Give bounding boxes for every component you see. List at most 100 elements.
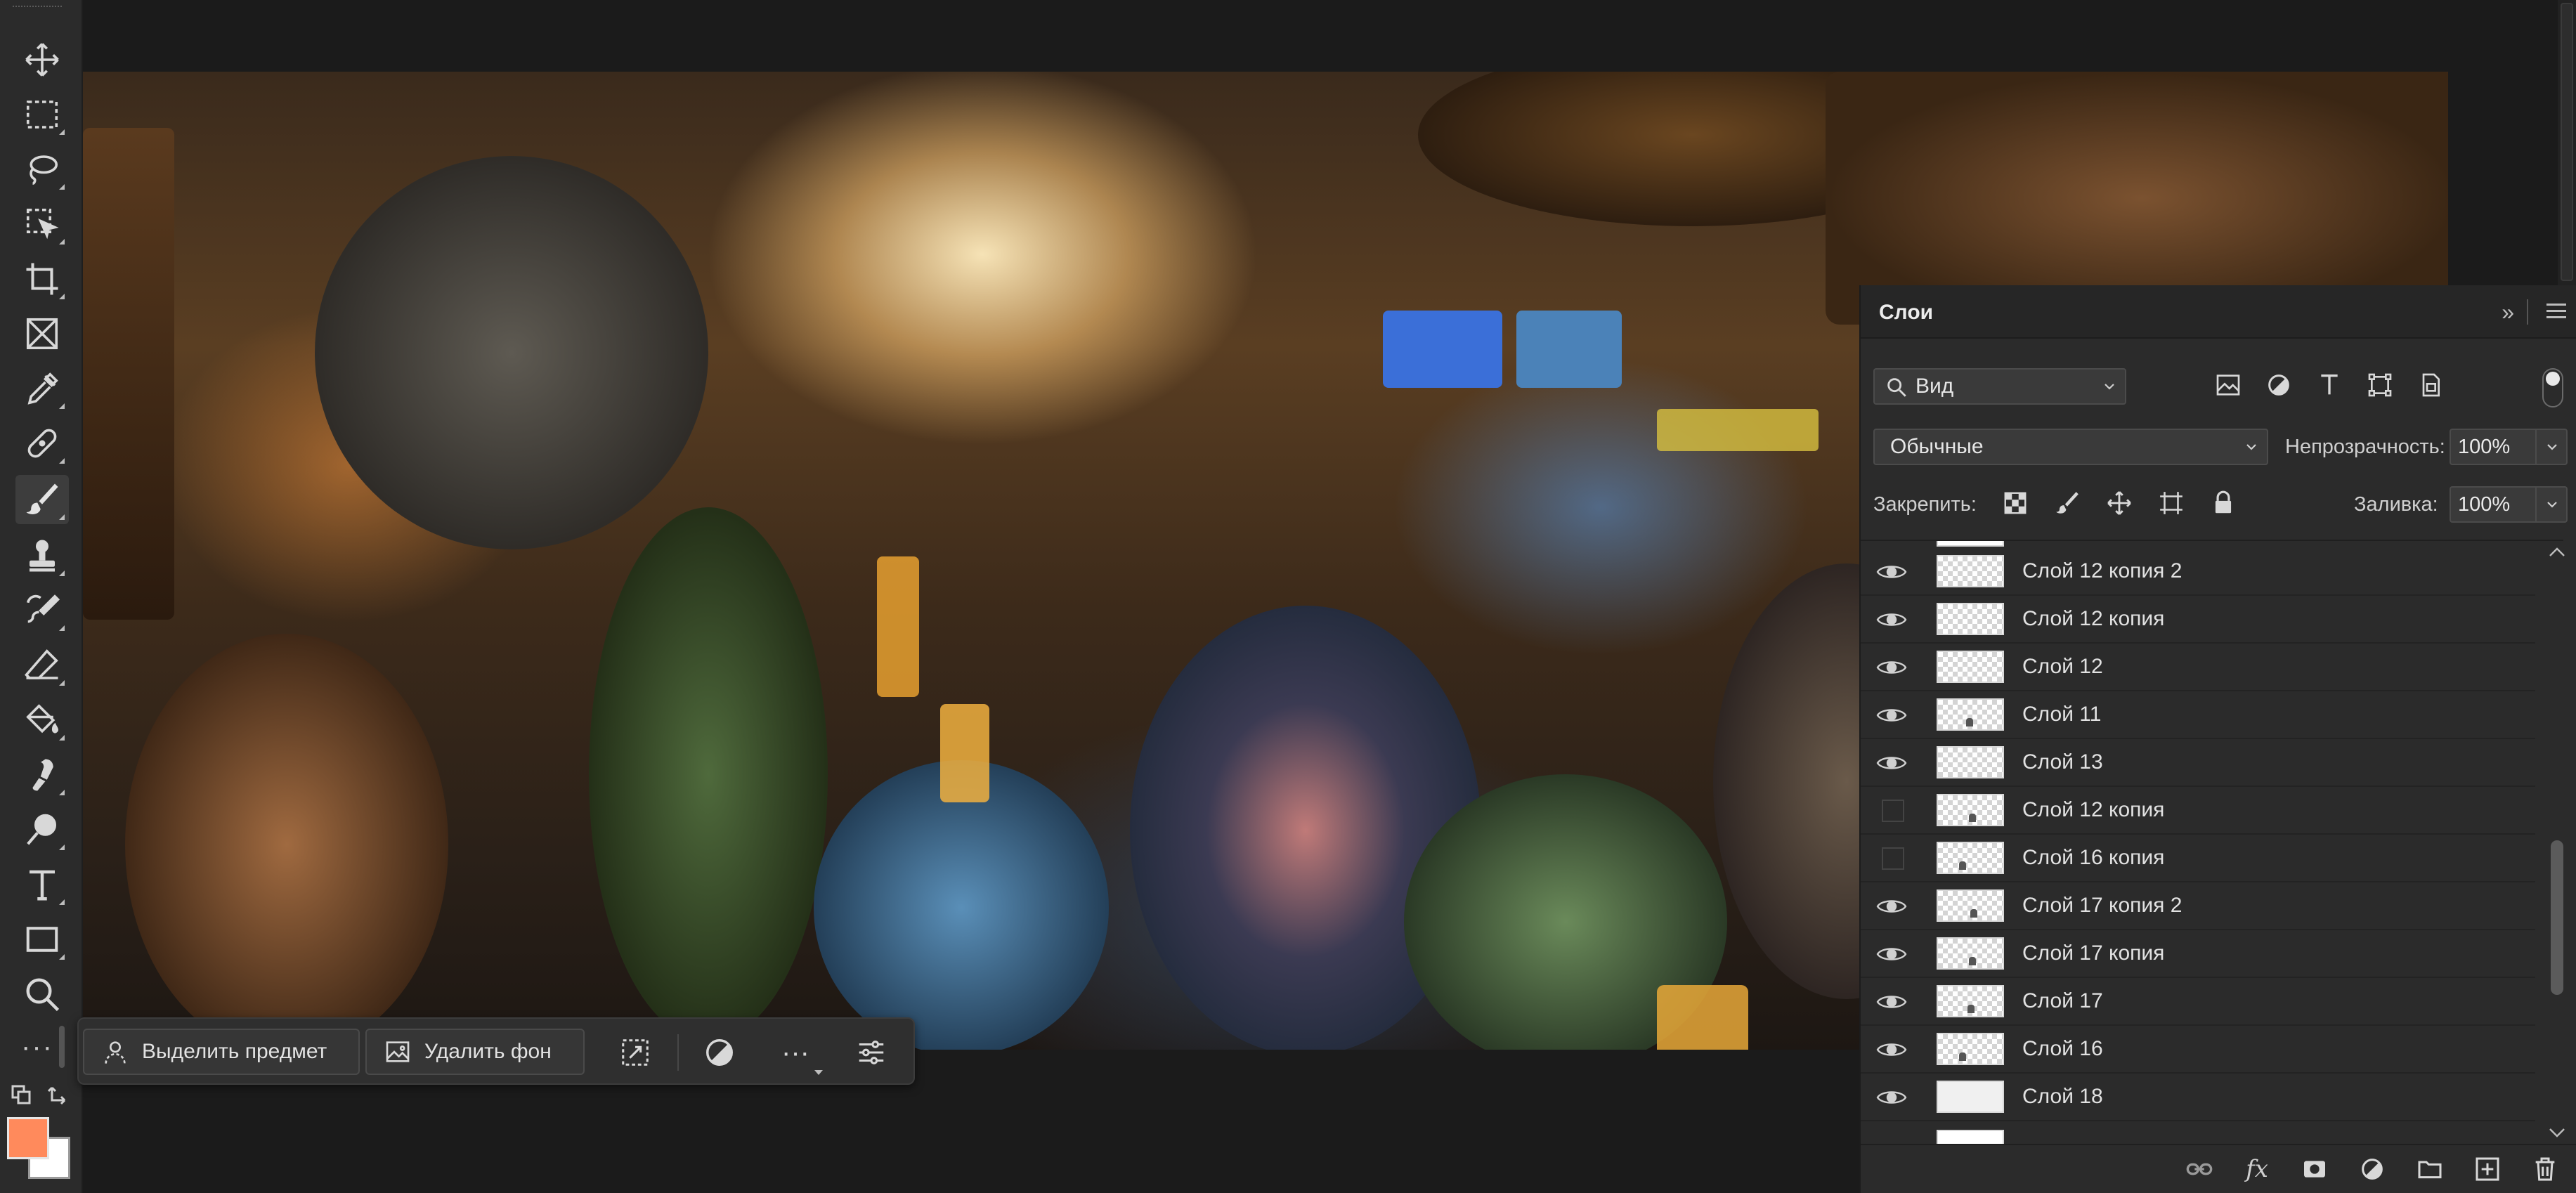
- more-options-button[interactable]: ···: [776, 1033, 815, 1072]
- remove-background-button[interactable]: Удалить фон: [365, 1029, 585, 1075]
- type-tool[interactable]: [15, 860, 69, 909]
- taskbar-settings-button[interactable]: [852, 1033, 891, 1072]
- lock-all-button[interactable]: [2208, 488, 2239, 519]
- collapse-panel-icon[interactable]: »: [2502, 299, 2514, 325]
- visibility-eye-icon[interactable]: [1876, 1086, 1907, 1109]
- opacity-value: 100%: [2458, 436, 2511, 458]
- foreground-color-swatch[interactable]: [7, 1117, 49, 1159]
- layer-filter-select[interactable]: Вид: [1873, 368, 2126, 405]
- layer-name: Слой 17: [2022, 989, 2103, 1012]
- crop-tool[interactable]: [15, 254, 69, 304]
- filter-adjustment-button[interactable]: [2263, 364, 2295, 406]
- brush-tool[interactable]: [15, 475, 69, 524]
- object-select-tool[interactable]: [15, 200, 69, 249]
- new-layer-button[interactable]: [2472, 1154, 2503, 1185]
- delete-layer-button[interactable]: [2530, 1154, 2561, 1185]
- layer-name: Слой 12: [2022, 655, 2103, 678]
- link-layers-button[interactable]: [2184, 1154, 2215, 1185]
- adjustment-layer-icon: [2362, 1159, 2383, 1180]
- layer-filter-icons: [2212, 364, 2447, 406]
- dodge-tool[interactable]: [15, 805, 69, 854]
- scene-shape: [940, 704, 989, 802]
- taskbar-divider: [677, 1034, 679, 1071]
- adjustment-button[interactable]: [700, 1033, 739, 1072]
- visibility-off-toggle[interactable]: [1882, 800, 1904, 822]
- scroll-up-icon[interactable]: [2548, 547, 2566, 558]
- layers-scrollbar[interactable]: [2535, 540, 2576, 1144]
- toolbar-grip[interactable]: [13, 6, 62, 10]
- layer-name: Слой 12 копия: [2022, 798, 2165, 821]
- lock-artboard-button[interactable]: [2156, 488, 2187, 519]
- filter-shape-button[interactable]: [2364, 364, 2396, 406]
- zoom-icon: [26, 978, 60, 1012]
- select-subject-button[interactable]: Выделить предмет: [83, 1029, 360, 1075]
- lock-image-button[interactable]: [2052, 488, 2083, 519]
- frame-icon: [26, 318, 58, 350]
- visibility-eye-icon[interactable]: [1876, 991, 1907, 1013]
- smudge-tool[interactable]: [15, 750, 69, 800]
- scene-shape: [1383, 311, 1502, 388]
- visibility-eye-icon[interactable]: [1876, 656, 1907, 679]
- visibility-eye-icon[interactable]: [1876, 752, 1907, 774]
- layer-row[interactable]: Слой 18: [1861, 1074, 2535, 1121]
- visibility-eye-icon[interactable]: [1876, 943, 1907, 965]
- healing-brush-tool[interactable]: [15, 419, 69, 468]
- visibility-eye-icon[interactable]: [1876, 608, 1907, 631]
- canvas-vertical-scrollbar[interactable]: [2558, 0, 2576, 285]
- blend-mode-select[interactable]: Обычные: [1873, 429, 2268, 465]
- eraser-tool[interactable]: [15, 641, 69, 690]
- zoom-tool[interactable]: [15, 970, 69, 1019]
- new-group-button[interactable]: [2414, 1154, 2445, 1185]
- lock-transparent-button[interactable]: [2000, 488, 2031, 519]
- visibility-off-toggle[interactable]: [1882, 847, 1904, 870]
- layer-row[interactable]: Слой 16 копия: [1861, 835, 2535, 882]
- eyedropper-tool[interactable]: [15, 364, 69, 413]
- lasso-tool[interactable]: [15, 145, 69, 194]
- visibility-eye-icon[interactable]: [1876, 895, 1907, 918]
- paint-bucket-tool[interactable]: [15, 696, 69, 745]
- swap-colors-icon[interactable]: [8, 1082, 72, 1110]
- lock-position-button[interactable]: [2104, 488, 2135, 519]
- layers-list[interactable]: Слой 12 копия 2 Слой 12 копия Слой 12 Сл…: [1861, 540, 2563, 1144]
- visibility-eye-icon[interactable]: [1876, 704, 1907, 726]
- more-tools-button[interactable]: ···: [21, 1031, 53, 1063]
- new-adjustment-button[interactable]: [2357, 1154, 2388, 1185]
- add-mask-button[interactable]: [2299, 1154, 2330, 1185]
- history-brush-tool[interactable]: [15, 586, 69, 635]
- toolbar-scrollbar[interactable]: [59, 1026, 65, 1068]
- layer-row[interactable]: Слой 16: [1861, 1026, 2535, 1074]
- layers-panel-title[interactable]: Слои: [1879, 301, 1933, 325]
- clone-stamp-tool[interactable]: [15, 531, 69, 580]
- layer-row[interactable]: Слой 17 копия: [1861, 930, 2535, 978]
- layer-row[interactable]: Слой 17: [1861, 978, 2535, 1026]
- marquee-tool[interactable]: [15, 90, 69, 139]
- dodge-icon: [27, 814, 57, 845]
- layer-row[interactable]: Слой 11: [1861, 691, 2535, 739]
- layers-scrollbar-thumb[interactable]: [2551, 840, 2563, 995]
- layer-filter-toggle[interactable]: [2542, 368, 2563, 408]
- layer-thumbnail: [1937, 555, 2004, 587]
- filter-type-button[interactable]: [2313, 364, 2346, 406]
- fill-field[interactable]: 100%: [2450, 486, 2568, 523]
- crop-icon: [26, 263, 58, 295]
- layer-row[interactable]: Слой 12 копия: [1861, 596, 2535, 644]
- layer-row[interactable]: Слой 13: [1861, 739, 2535, 787]
- frame-tool[interactable]: [15, 309, 69, 358]
- layer-row[interactable]: Слой 12 копия 2: [1861, 548, 2535, 596]
- scene-shape: [83, 128, 174, 620]
- rectangle-icon: [26, 927, 58, 952]
- visibility-eye-icon[interactable]: [1876, 561, 1907, 583]
- filter-smart-object-button[interactable]: [2414, 364, 2447, 406]
- layer-style-button[interactable]: fx: [2242, 1154, 2272, 1185]
- layer-row[interactable]: Слой 17 копия 2: [1861, 882, 2535, 930]
- move-tool[interactable]: [15, 35, 69, 84]
- scroll-down-icon[interactable]: [2548, 1127, 2566, 1138]
- visibility-eye-icon[interactable]: [1876, 1038, 1907, 1061]
- filter-pixel-button[interactable]: [2212, 364, 2244, 406]
- layer-row[interactable]: Слой 12: [1861, 644, 2535, 691]
- transform-selection-button[interactable]: [616, 1033, 655, 1072]
- layer-row[interactable]: Слой 12 копия: [1861, 787, 2535, 835]
- opacity-field[interactable]: 100%: [2450, 429, 2568, 465]
- panel-menu-icon[interactable]: [2545, 301, 2568, 322]
- rectangle-tool[interactable]: [15, 915, 69, 964]
